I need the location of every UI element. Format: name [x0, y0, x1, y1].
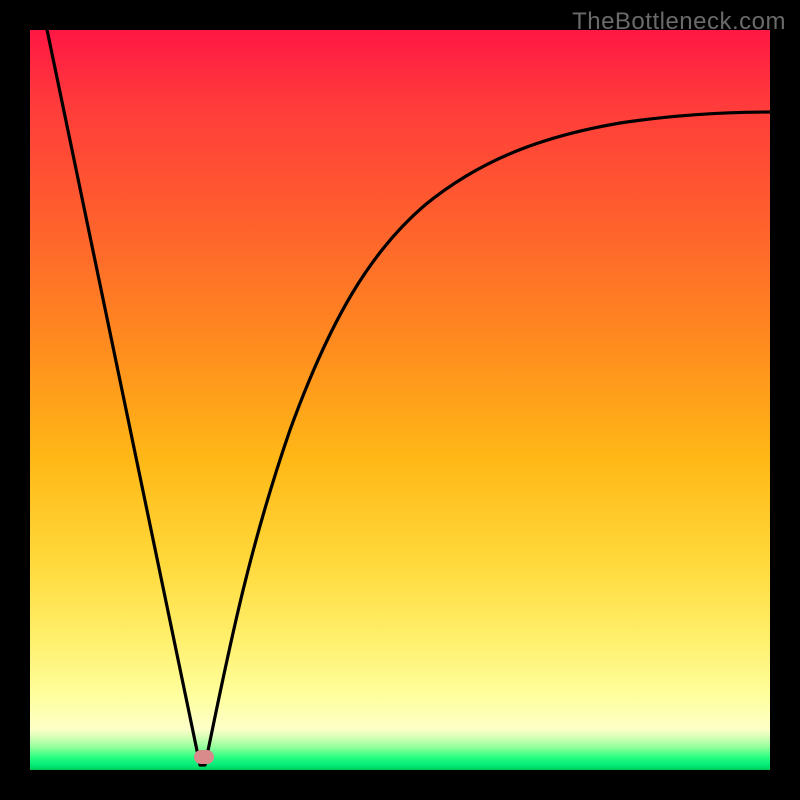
curve-path: [45, 30, 770, 765]
plot-area: [30, 30, 770, 770]
bottleneck-curve: [30, 30, 770, 770]
chart-container: TheBottleneck.com: [0, 0, 800, 800]
optimal-point-marker: [194, 750, 214, 764]
